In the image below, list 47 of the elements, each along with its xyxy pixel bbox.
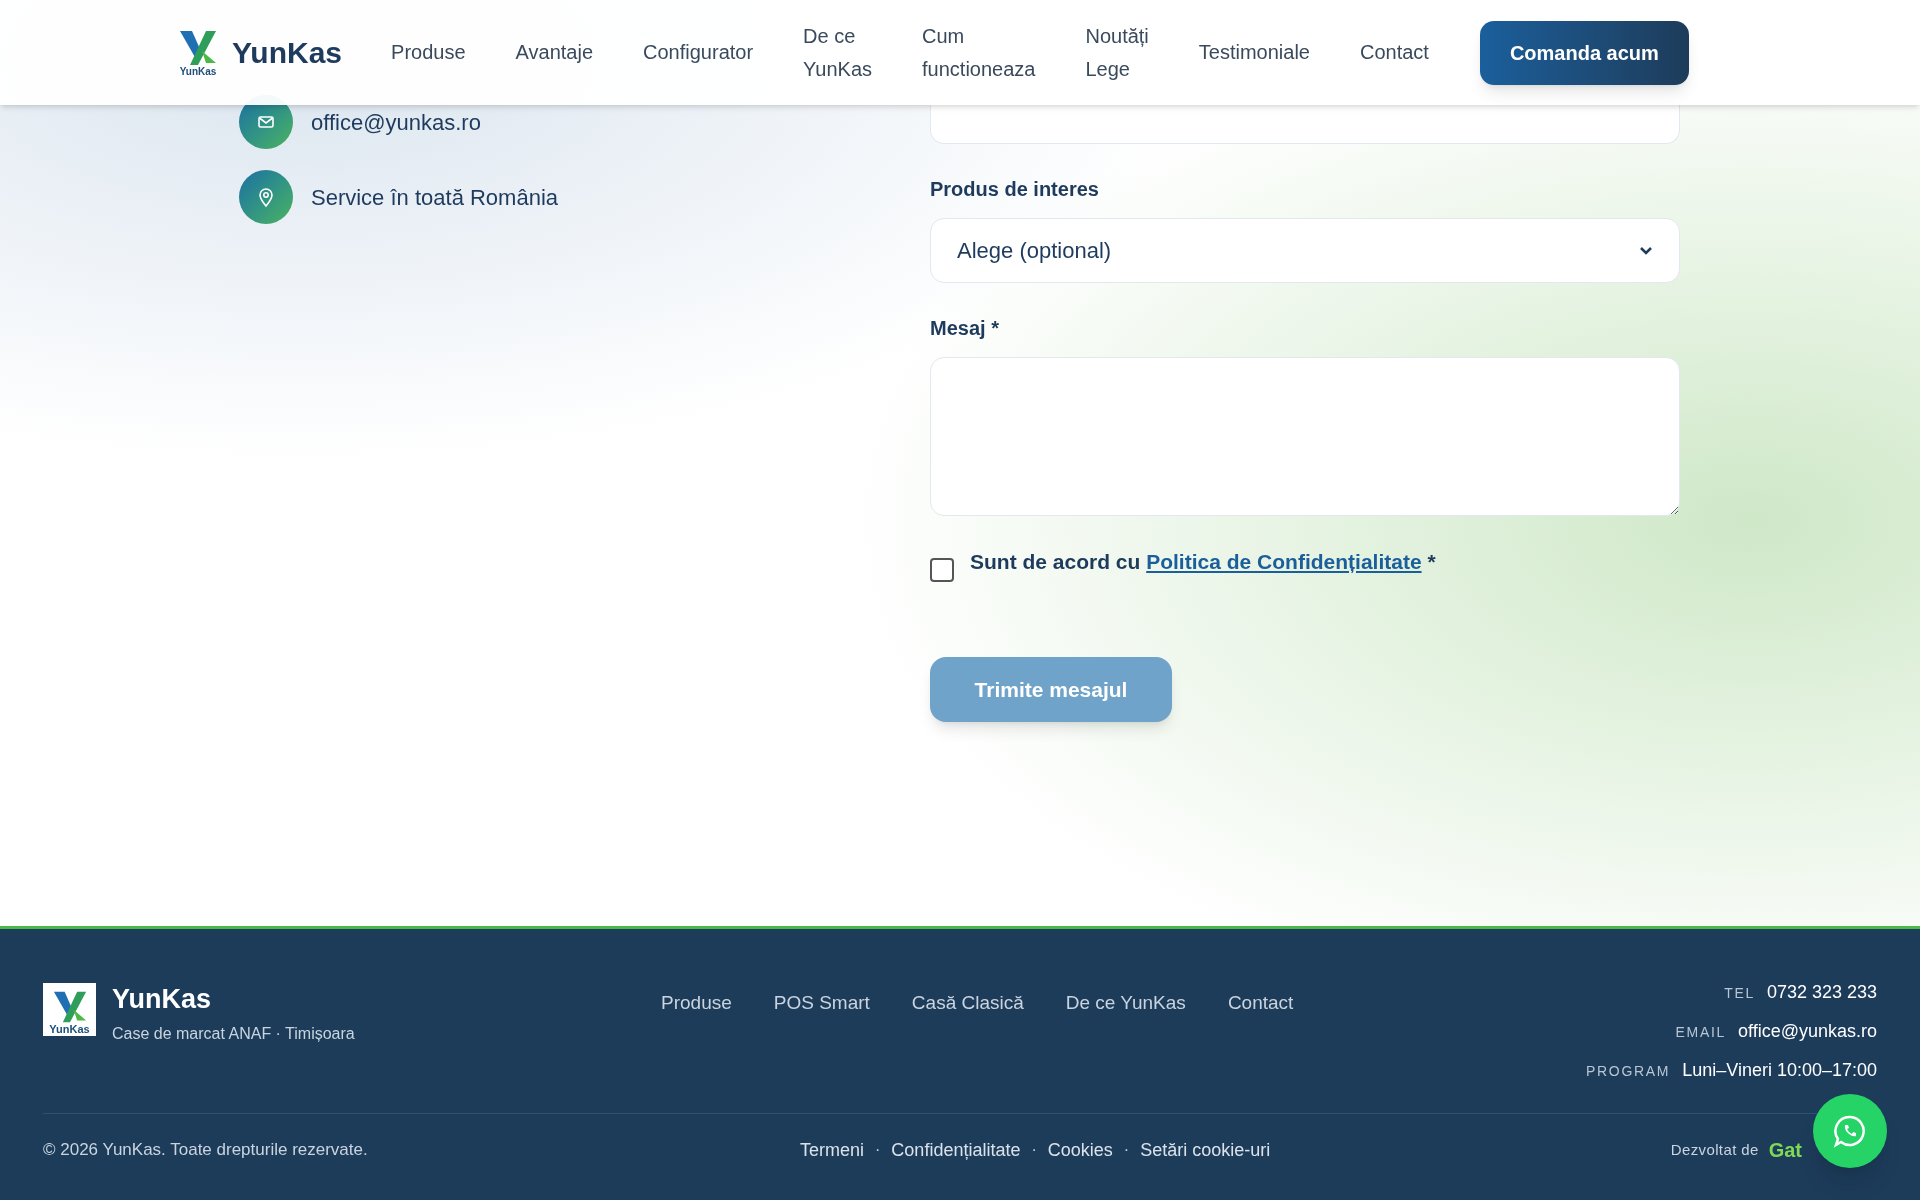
footer-link[interactable]: POS Smart — [773, 989, 870, 1018]
developer-link[interactable]: Gat — [1768, 1135, 1802, 1165]
legal-link[interactable]: Setări cookie-uri — [1140, 1136, 1271, 1164]
privacy-link[interactable]: Politica de Confidențialitate — [1146, 550, 1422, 573]
legal-link[interactable]: Cookies — [1047, 1136, 1113, 1164]
copyright-text: © 2026 YunKas. Toate drepturile rezervate. — [43, 1139, 369, 1162]
nav-link[interactable]: De ce YunKas — [778, 19, 898, 86]
order-button[interactable]: Comanda acum — [1479, 20, 1689, 85]
nav-link[interactable]: Cum functioneaza — [897, 19, 1061, 86]
contact-label: EMAIL — [1675, 1023, 1726, 1042]
contact-text: office@yunkas.ro — [311, 108, 481, 137]
footer-brand-name: YunKas — [112, 983, 213, 1016]
contact-label: PROGRAM — [1586, 1062, 1671, 1081]
chat-icon — [1832, 1113, 1868, 1149]
separator-dot: · — [1031, 1140, 1037, 1160]
footer-tagline: Case de marcat ANAF · Timișoara — [112, 1023, 355, 1044]
product-select[interactable]: Alege (optional) — [930, 218, 1680, 283]
footer-logo-icon: YunKas — [43, 983, 96, 1036]
footer-link[interactable]: De ce YunKas — [1065, 989, 1186, 1018]
nav-link[interactable]: Noutăți Lege — [1060, 19, 1174, 86]
footer-link[interactable]: Contact — [1227, 989, 1294, 1018]
footer-link[interactable]: Casă Clasică — [911, 989, 1024, 1018]
nav-link[interactable]: Configurator — [618, 36, 779, 69]
separator-dot: · — [1123, 1140, 1130, 1160]
consent-text: Sunt de acord cu Politica de Confidențialitate * — [970, 549, 1436, 575]
contact-label: TEL — [1724, 984, 1755, 1003]
field-label: Produs de interes — [930, 177, 1100, 202]
legal-link[interactable]: Termeni — [800, 1136, 865, 1164]
chevron-icon — [1639, 245, 1653, 256]
contact-value: office@yunkas.ro — [1738, 1020, 1877, 1043]
brand-name[interactable]: YunKas — [232, 30, 343, 75]
contact-value: 0732 323 233 — [1766, 981, 1877, 1004]
nav-link[interactable]: Avantaje — [490, 36, 619, 69]
field-label: Mesaj * — [930, 316, 1000, 341]
credit-label: Dezvoltat de — [1670, 1139, 1759, 1160]
logo-caption: YunKas — [179, 66, 217, 77]
consent-checkbox[interactable] — [930, 558, 954, 582]
nav-link[interactable]: Produse — [366, 36, 491, 69]
location-pin-icon — [239, 170, 293, 224]
footer-link[interactable]: Produse — [661, 989, 732, 1018]
nav-link[interactable]: Contact — [1335, 36, 1454, 69]
contact-text: Service în toată România — [311, 183, 559, 212]
contact-value: Luni–Vineri 10:00–17:00 — [1682, 1059, 1877, 1082]
message-field[interactable] — [930, 357, 1680, 516]
nav-link[interactable]: Testimoniale — [1173, 36, 1335, 69]
legal-link[interactable]: Confidențialitate — [891, 1136, 1021, 1164]
separator-dot: · — [875, 1140, 881, 1160]
